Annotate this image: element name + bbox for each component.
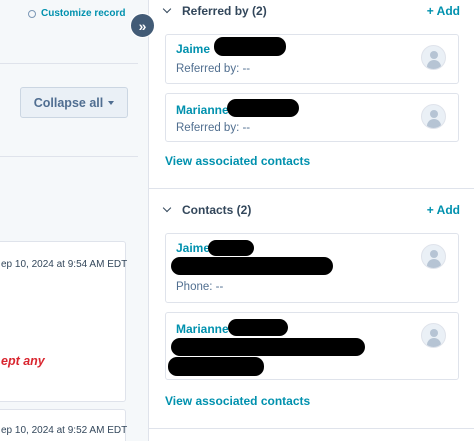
activity-card[interactable]: ep 10, 2024 at 9:52 AM EDT [0,409,128,441]
expand-sidebar-button[interactable]: » [130,13,155,38]
referred-by-card-jaime[interactable]: Jaime Referred by: -- [165,34,459,84]
chevron-down-icon [163,7,172,16]
gear-icon [28,9,36,18]
contacts-header[interactable]: Contacts (2) + Add [163,200,460,220]
contact-name-link[interactable]: Jaime [176,42,210,56]
activity-timestamp: ep 10, 2024 at 9:52 AM EDT [1,425,128,436]
collapse-all-button[interactable]: Collapse all [20,87,128,118]
redaction [171,338,365,356]
phone-field: Phone: -- [176,281,224,293]
referred-by-title: Referred by (2) [182,4,267,18]
caret-down-icon [108,100,115,105]
double-chevron-right-icon: » [138,17,147,34]
contacts-title: Contacts (2) [182,203,252,217]
chevron-down-icon [163,206,172,215]
contact-card-marianne[interactable]: Marianne [165,312,459,380]
divider [149,188,474,189]
avatar [421,45,446,70]
contact-name-link[interactable]: Marianne [176,322,229,336]
avatar [421,104,446,129]
referred-by-field: Referred by: -- [176,122,251,134]
collapse-all-label: Collapse all [33,95,104,110]
referred-by-header[interactable]: Referred by (2) + Add [163,1,460,21]
divider [149,428,474,429]
contact-card-jaime[interactable]: Jaime Phone: -- [165,233,459,303]
activity-highlight-text: ept any [1,354,45,368]
activity-timestamp: ep 10, 2024 at 9:54 AM EDT [1,259,128,270]
referred-by-field: Referred by: -- [176,63,251,75]
view-associated-contacts-link[interactable]: View associated contacts [165,394,310,408]
redaction [208,240,254,256]
divider [0,63,138,64]
customize-record-label: Customize record [41,8,126,19]
record-left-panel: Customize record Collapse all ep 10, 202… [0,0,148,441]
referred-by-card-marianne[interactable]: Marianne Referred by: -- [165,93,459,142]
redaction [168,357,264,376]
referred-by-add-button[interactable]: + Add [427,4,460,18]
divider [0,156,138,157]
redaction [227,99,299,117]
activity-card[interactable]: ep 10, 2024 at 9:54 AM EDT ept any [0,241,128,402]
customize-record-link[interactable]: Customize record [28,8,125,19]
view-associated-contacts-link[interactable]: View associated contacts [165,154,310,168]
redaction [228,319,288,336]
redaction [171,257,333,275]
associations-sidebar: Referred by (2) + Add Jaime Referred by:… [148,0,474,441]
contacts-add-button[interactable]: + Add [427,203,460,217]
avatar [421,244,446,269]
contact-name-link[interactable]: Jaime [176,241,210,255]
avatar [421,323,446,348]
contact-name-link[interactable]: Marianne [176,103,229,117]
redaction [214,37,286,56]
